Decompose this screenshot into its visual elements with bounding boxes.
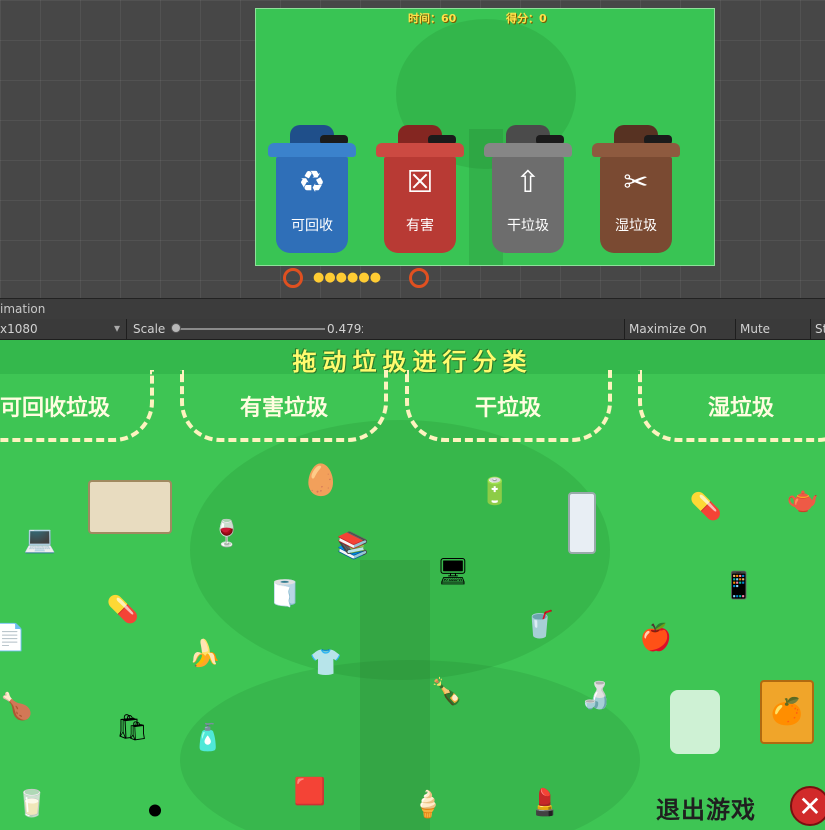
banana-peel-item[interactable]: 🍌 <box>180 634 230 674</box>
books-item[interactable]: 📚 <box>326 516 380 576</box>
divider <box>126 319 127 339</box>
battery-item[interactable]: 🔋 <box>472 464 518 520</box>
bin-label: 湿垃圾 <box>615 218 657 234</box>
game-preview: 时间：60 得分：0 ♻ 可回收 ☒ 有害 ⇧ 干垃圾 ✂ 湿垃圾 <box>255 8 715 266</box>
bin-recyclable[interactable]: ♻ 可回收 <box>268 121 356 261</box>
stats-toggle[interactable]: St <box>810 319 825 339</box>
monitor-item[interactable]: 🖥 <box>420 542 486 602</box>
ice-cream-cone-item[interactable]: 🍦 <box>408 780 448 830</box>
bin-lid <box>268 143 356 157</box>
bin-dry[interactable]: ⇧ 干垃圾 <box>484 121 572 261</box>
scale-value: 0.479x <box>327 322 363 336</box>
scale-slider-track[interactable] <box>175 328 325 330</box>
bin-body: ✂ 湿垃圾 <box>600 157 672 253</box>
wheel-sprite <box>409 268 429 288</box>
close-icon[interactable]: ✕ <box>790 786 825 826</box>
plastic-bag-item[interactable] <box>670 690 720 754</box>
scale-label: Scale <box>133 322 166 336</box>
mute-audio-toggle[interactable]: Mute Audio <box>735 319 810 356</box>
laptop-item[interactable]: 💻 <box>10 512 70 568</box>
animation-tab-bar: imation <box>0 298 825 320</box>
phone-item[interactable]: 📱 <box>715 558 763 614</box>
bin-label: 有害 <box>406 218 434 234</box>
medicine-box-item[interactable]: 💊 <box>686 482 726 532</box>
eggshell-item[interactable]: 🥚 <box>292 460 350 500</box>
hazard-box-icon: ☒ <box>406 165 434 200</box>
chevron-down-icon[interactable]: ▾ <box>114 321 120 335</box>
exit-game-label[interactable]: 退出游戏 <box>656 790 756 825</box>
bin-hazardous[interactable]: ☒ 有害 <box>376 121 464 261</box>
paper-item[interactable]: 📄 <box>0 620 26 656</box>
makeup-compact-item[interactable]: ⚫ <box>130 794 180 830</box>
glass-bottles-item[interactable]: 🍶 <box>566 674 626 718</box>
wheel-sprite <box>283 268 303 288</box>
chicken-bone-item[interactable]: 🍗 <box>0 680 34 734</box>
recycle-icon: ♻ <box>298 165 326 200</box>
paper-bag-item[interactable]: 🛍 <box>110 704 154 752</box>
hud-score: 得分：0 <box>506 12 547 25</box>
zone-label-dry: 干垃圾 <box>474 396 541 421</box>
zone-label-hazardous: 有害垃圾 <box>239 396 328 421</box>
bin-label: 可回收 <box>291 218 333 234</box>
pill-bottle-item[interactable]: 💊 <box>94 582 152 638</box>
scene-view[interactable]: 时间：60 得分：0 ♻ 可回收 ☒ 有害 ⇧ 干垃圾 ✂ 湿垃圾 ●●●●●● <box>0 0 825 300</box>
game-view-toolbar: x1080 ▾ Scale 0.479x Maximize On Play Mu… <box>0 319 825 356</box>
scale-slider-handle[interactable] <box>171 323 181 333</box>
apple-core-item[interactable]: 🍎 <box>636 610 676 666</box>
plastic-bottle-item[interactable]: 🧴 <box>186 710 230 766</box>
animation-tab[interactable]: imation <box>0 302 45 316</box>
game-view[interactable]: 拖动垃圾进行分类 可回收垃圾 有害垃圾 干垃圾 湿垃圾 🥚 🔋 💊 🫖 💻 🍷 … <box>0 340 825 830</box>
paper-rolls-item[interactable]: 🧻 <box>250 570 320 618</box>
mug-item[interactable]: 🥤 <box>520 600 560 650</box>
bin-body: ☒ 有害 <box>384 157 456 253</box>
bin-body: ♻ 可回收 <box>276 157 348 253</box>
bin-wet[interactable]: ✂ 湿垃圾 <box>592 121 680 261</box>
resolution-dropdown[interactable]: x1080 <box>0 322 38 336</box>
bin-body: ⇧ 干垃圾 <box>492 157 564 253</box>
bottle-item[interactable]: 🍾 <box>431 668 463 716</box>
tube-item[interactable] <box>568 492 596 554</box>
zone-label-recyclable: 可回收垃圾 <box>0 396 110 421</box>
cosmetics-item[interactable]: 💄 <box>520 776 570 830</box>
hud-time: 时间：60 <box>408 12 457 25</box>
zone-label-wet: 湿垃圾 <box>707 396 774 421</box>
maximize-on-play-toggle[interactable]: Maximize On Play <box>624 319 735 356</box>
chips-bag-item[interactable]: 🟥 <box>290 764 330 820</box>
newspaper-item[interactable] <box>88 480 172 534</box>
arrow-up-icon: ⇧ <box>515 165 541 200</box>
fishbone-icon: ✂ <box>623 165 649 200</box>
wine-glass-item[interactable]: 🍷 <box>211 512 243 556</box>
snack-bag-item[interactable]: 🍊 <box>760 680 814 744</box>
kettle-item[interactable]: 🫖 <box>778 474 825 526</box>
plastic-cup-item[interactable]: 🥛 <box>8 780 56 828</box>
shirt-item[interactable]: 👕 <box>300 638 352 688</box>
sprite-strip: ●●●●●● <box>283 266 433 292</box>
coin-sprites: ●●●●●● <box>313 270 382 285</box>
bin-label: 干垃圾 <box>507 218 549 234</box>
